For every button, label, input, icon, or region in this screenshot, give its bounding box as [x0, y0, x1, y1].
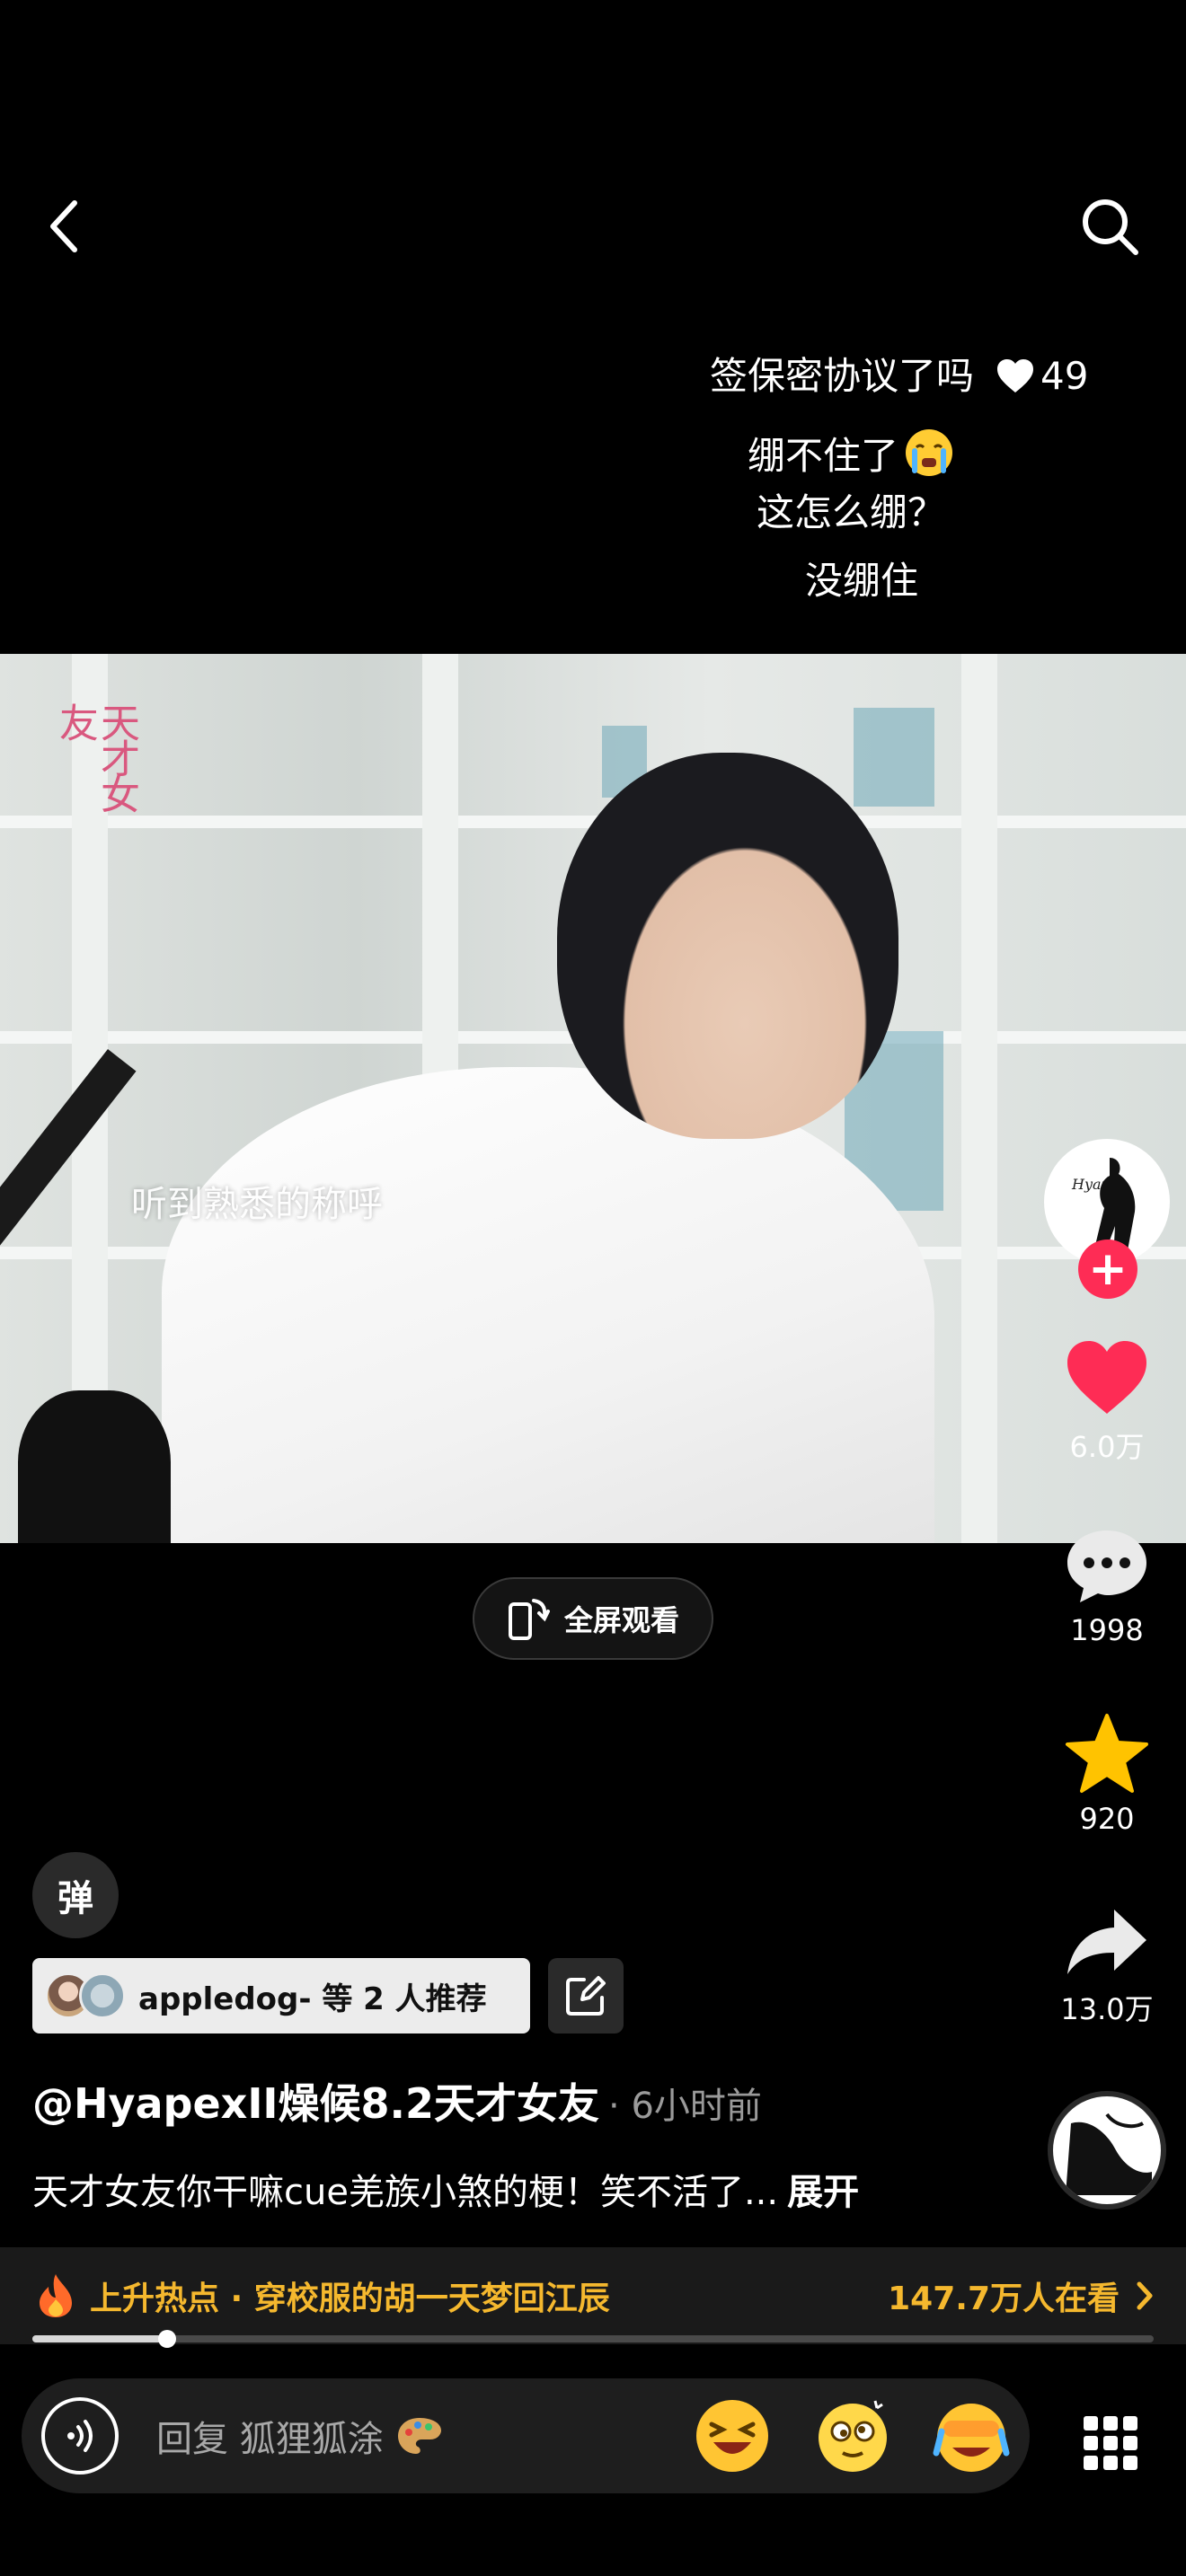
more-grid-button[interactable]: [1075, 2407, 1146, 2479]
sound-wave-icon: [67, 2420, 93, 2452]
video-progress-bar[interactable]: [32, 2330, 1154, 2348]
video-subtitle: 听到熟悉的称呼: [131, 1184, 383, 1225]
background-window: [854, 708, 934, 807]
facepalm-emoji-icon: [933, 2404, 1010, 2472]
hot-topic-title: 上升热点 · 穿校服的胡一天梦回江辰: [90, 2280, 610, 2317]
emoji-dizzy-button[interactable]: [812, 2395, 893, 2476]
video-caption: 天才女友你干嘛cue羌族小煞的梗！笑不活了... 展开: [32, 2163, 859, 2215]
edit-button[interactable]: [548, 1958, 624, 2033]
share-arrow-icon: [1067, 1910, 1146, 1974]
video-feed-page: 签保密协议了吗 49 绷不住了 这怎么绷？ 没绷住 天才女友 听到熟悉的称呼 全…: [0, 0, 1186, 2576]
grid-icon: [1084, 2416, 1137, 2470]
author-name[interactable]: @HyapexII燥候8.2天才女友: [32, 2079, 599, 2128]
danmaku-text: 没绷住: [805, 559, 919, 603]
back-button[interactable]: [32, 190, 95, 262]
danmaku-text: 签保密协议了吗: [710, 354, 975, 398]
danmaku-toggle-button[interactable]: 弹: [32, 1852, 119, 1938]
search-button[interactable]: [1069, 190, 1150, 262]
author-line: @HyapexII燥候8.2天才女友 · 6小时前: [32, 2071, 762, 2130]
danmaku-text: 这怎么绷？: [757, 490, 946, 534]
chevron-right-icon: [1137, 2281, 1153, 2310]
danmaku-like[interactable]: 49: [996, 357, 1088, 395]
show-logo: 天才女友: [51, 702, 139, 810]
bag: [18, 1390, 171, 1543]
fire-icon: [40, 2274, 72, 2317]
post-time: · 6小时前: [608, 2086, 762, 2127]
hot-viewers: 147.7万人在看: [888, 2280, 1120, 2317]
hot-topic-bar[interactable]: 上升热点 · 穿校服的胡一天梦回江辰 147.7万人在看: [0, 2247, 1186, 2344]
music-cover-icon: [1066, 2113, 1152, 2195]
danmaku-comment: 签保密协议了吗 49: [710, 357, 1088, 395]
danmaku-comment: 没绷住: [805, 562, 918, 600]
share-count: 13.0万: [1060, 1992, 1154, 2026]
edit-icon: [566, 1976, 606, 2016]
crying-face-icon: [902, 426, 956, 486]
reply-placeholder-text: 回复 狐狸狐涂: [156, 2419, 384, 2460]
reply-input[interactable]: 回复 狐狸狐涂: [156, 2410, 445, 2462]
emoji-facepalm-button[interactable]: [931, 2395, 1012, 2476]
recommender-avatar: [79, 1972, 126, 2019]
person-shirt: [162, 1067, 934, 1543]
heart-icon: [1067, 1341, 1146, 1414]
expand-link[interactable]: 展开: [787, 2172, 859, 2213]
share-button[interactable]: 13.0万: [1044, 1904, 1170, 2028]
emoji-laughing-button[interactable]: [692, 2395, 773, 2476]
danmaku-toggle-label: 弹: [58, 1878, 93, 1919]
fullscreen-label: 全屏观看: [563, 1603, 679, 1637]
palette-icon: [397, 2418, 441, 2454]
progress-handle[interactable]: [157, 2330, 176, 2348]
music-disc[interactable]: [1048, 2091, 1166, 2210]
video-player[interactable]: 天才女友 听到熟悉的称呼: [0, 654, 1186, 1543]
comment-count: 1998: [1070, 1613, 1144, 1647]
progress-fill: [32, 2335, 167, 2342]
background-pillar: [961, 654, 997, 1543]
like-button[interactable]: 6.0万: [1044, 1338, 1170, 1466]
comment-button[interactable]: 1998: [1044, 1527, 1170, 1647]
chevron-left-icon: [50, 200, 77, 252]
like-count: 6.0万: [1069, 1430, 1145, 1464]
plus-icon: +: [1088, 1242, 1128, 1296]
person-head: [557, 753, 898, 1139]
star-icon: [1066, 1714, 1148, 1793]
caption-text: 天才女友你干嘛cue羌族小煞的梗！笑不活了...: [32, 2172, 779, 2213]
voice-input-button[interactable]: [41, 2397, 119, 2475]
recommend-chip[interactable]: appledog- 等 2 人推荐: [32, 1958, 530, 2033]
fullscreen-button[interactable]: 全屏观看: [473, 1577, 713, 1660]
comment-bubble-icon: [1067, 1531, 1146, 1602]
follow-button[interactable]: +: [1078, 1239, 1137, 1299]
favorite-count: 920: [1079, 1802, 1135, 1836]
reply-bar: 回复 狐狸狐涂: [22, 2378, 1030, 2493]
heart-icon: [997, 359, 1034, 393]
dizzy-emoji-icon: [819, 2400, 887, 2472]
danmaku-like-count: 49: [1040, 354, 1089, 398]
danmaku-text: 绷不住了: [748, 433, 899, 478]
danmaku-comment: 绷不住了: [748, 426, 956, 486]
laughing-emoji-icon: [696, 2400, 768, 2472]
favorite-button[interactable]: 920: [1044, 1712, 1170, 1836]
rotate-screen-icon: [508, 1599, 550, 1640]
danmaku-comment: 这怎么绷？: [757, 494, 945, 532]
search-icon: [1083, 199, 1138, 255]
recommend-text: appledog- 等 2 人推荐: [138, 1981, 487, 2017]
